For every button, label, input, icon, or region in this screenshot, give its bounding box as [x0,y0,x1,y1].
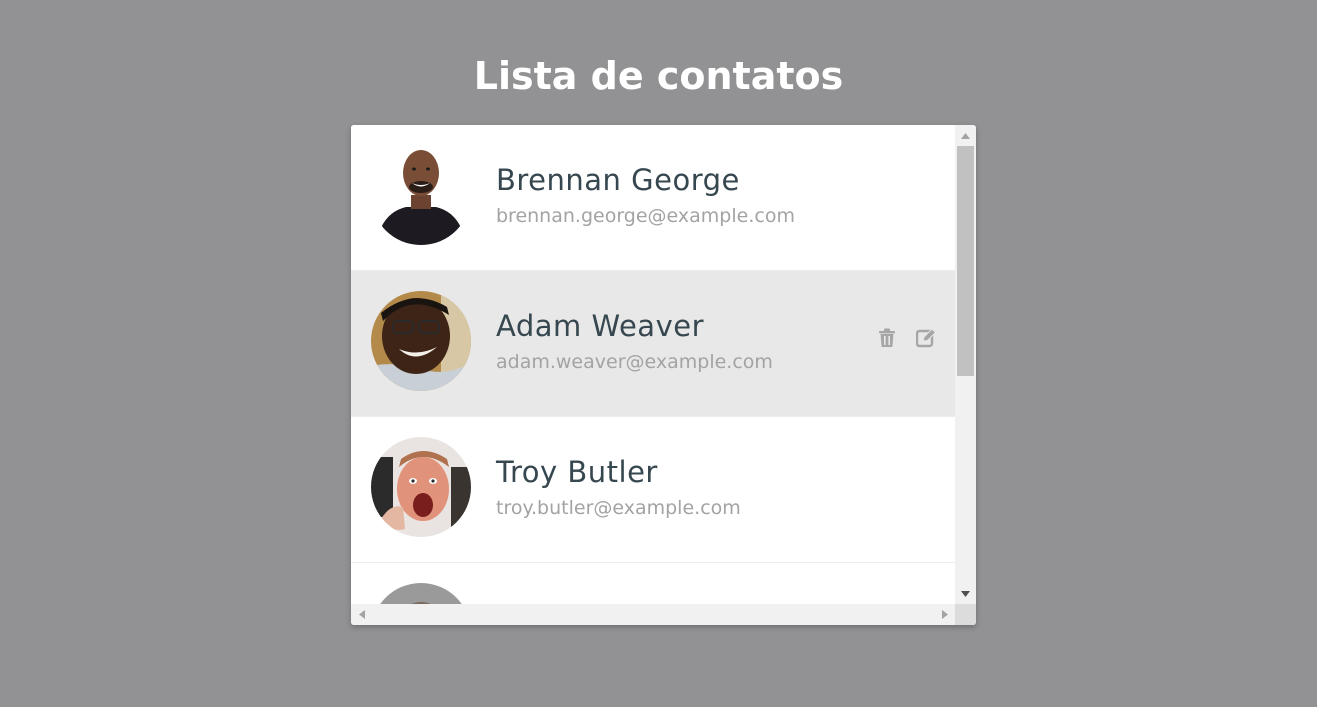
contact-row[interactable]: Adam Weaver adam.weaver@example.com [351,271,955,417]
contact-email: brennan.george@example.com [496,205,795,227]
contact-row[interactable]: Troy Butler troy.butler@example.com [351,417,955,563]
contact-avatar [371,291,471,391]
contact-name: Troy Butler [496,455,658,489]
contact-email: adam.weaver@example.com [496,351,773,373]
contact-avatar [371,437,471,537]
contact-avatar [371,145,471,245]
scroll-down-icon[interactable] [955,583,976,604]
edit-button[interactable] [915,328,937,352]
edit-icon [915,328,937,352]
scrollbar-corner [955,604,976,625]
trash-icon [878,328,896,352]
contact-name: Adam Weaver [496,309,704,343]
contact-email: troy.butler@example.com [496,497,741,519]
contact-list: Brennan George brennan.george@example.co… [351,125,955,604]
scrollbar-thumb[interactable] [957,146,974,376]
delete-button[interactable] [876,328,898,352]
scroll-up-icon[interactable] [955,125,976,146]
scroll-right-icon[interactable] [934,604,955,625]
contact-row[interactable] [351,563,955,604]
contact-avatar [371,583,471,604]
scroll-left-icon[interactable] [351,604,372,625]
row-actions [876,328,937,352]
contact-list-panel: Brennan George brennan.george@example.co… [351,125,976,625]
contact-name: Brennan George [496,163,740,197]
vertical-scrollbar[interactable] [955,125,976,604]
contact-row[interactable]: Brennan George brennan.george@example.co… [351,125,955,271]
horizontal-scrollbar[interactable] [351,604,955,625]
page-title: Lista de contatos [473,54,844,98]
